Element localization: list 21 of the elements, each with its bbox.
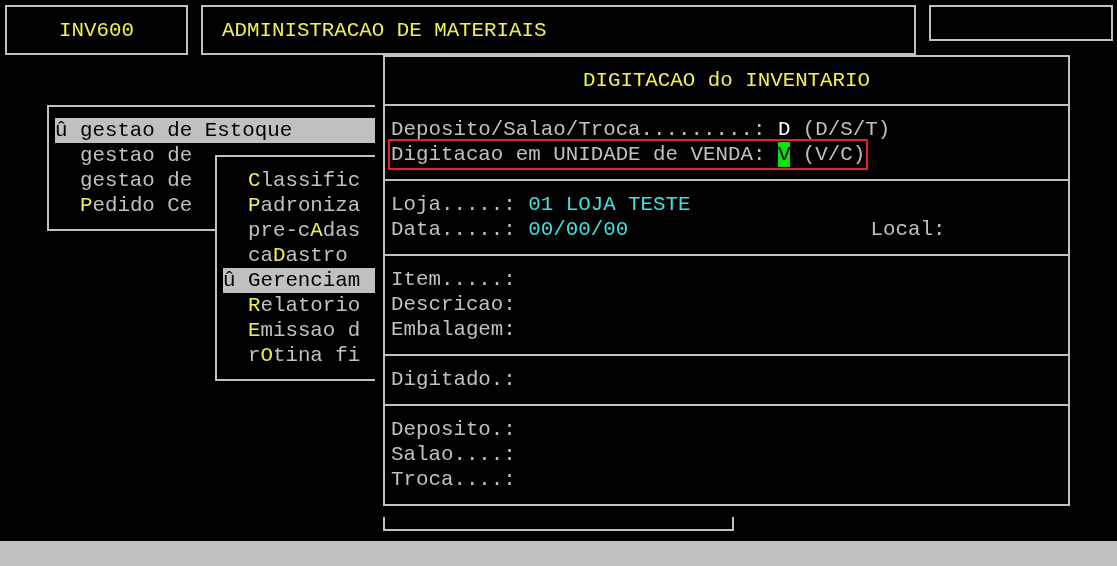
field-label: Descricao: (391, 292, 516, 317)
option-hint: (V/C) (802, 142, 866, 167)
dialog-title: DIGITACAO do INVENTARIO (582, 68, 870, 93)
field-value: 01 LOJA TESTE (528, 192, 691, 217)
system-title: ADMINISTRACAO DE MATERIAIS (222, 17, 547, 43)
selection-marker: û (55, 118, 69, 143)
field-label: Salao....: (391, 442, 516, 467)
selection-marker: û (223, 268, 237, 293)
field-label: Deposito.: (391, 417, 516, 442)
field-value: 00/00/00 (528, 217, 629, 242)
input-field[interactable]: D (777, 117, 791, 142)
input-field[interactable]: V (777, 142, 791, 167)
field-label: Digitado.: (391, 367, 516, 392)
option-hint: (D/S/T) (802, 117, 891, 142)
program-code: INV600 (59, 17, 134, 43)
field-label: Digitacao em UNIDADE de VENDA: (391, 142, 766, 167)
field-label: Troca....: (391, 467, 516, 492)
field-label: Embalagem: (391, 317, 516, 342)
field-label: Local: (870, 217, 946, 242)
field-label: Loja.....: (391, 192, 516, 217)
field-label: Data.....: (391, 217, 516, 242)
